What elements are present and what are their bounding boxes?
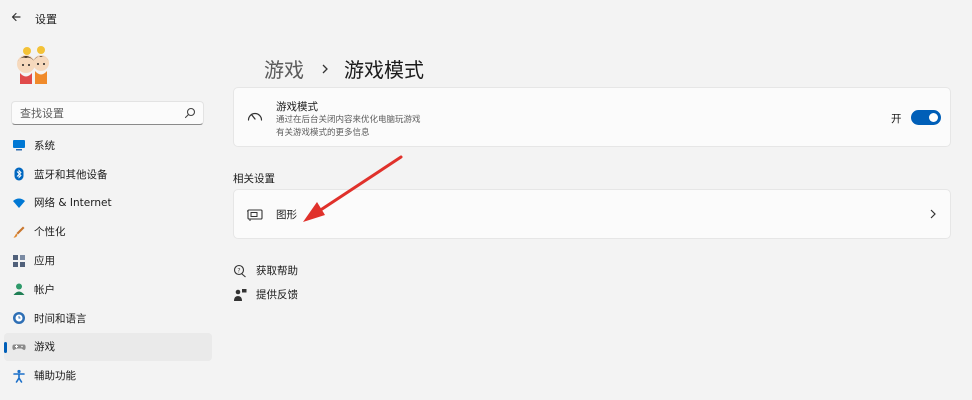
sidebar-item-label: 帐户 xyxy=(34,283,55,296)
sidebar-item-bluetooth[interactable]: 蓝牙和其他设备 xyxy=(4,160,212,189)
brush-icon xyxy=(13,226,25,238)
give-feedback-link[interactable]: 提供反馈 xyxy=(233,287,298,302)
app-title: 设置 xyxy=(35,13,57,26)
svg-text:?: ? xyxy=(237,267,240,274)
game-mode-more-info[interactable]: 有关游戏模式的更多信息 xyxy=(276,126,370,138)
help-chat-icon: ? xyxy=(233,264,246,277)
sidebar-item-network[interactable]: 网络 & Internet xyxy=(4,189,212,218)
graphics-label: 图形 xyxy=(276,209,297,221)
globe-clock-icon xyxy=(13,312,25,325)
chevron-right-icon xyxy=(322,64,328,73)
related-settings-heading: 相关设置 xyxy=(233,173,275,185)
sidebar-item-apps[interactable]: 应用 xyxy=(4,246,212,275)
sidebar-item-accounts[interactable]: 帐户 xyxy=(4,275,212,304)
game-mode-card: 游戏模式 通过在后台关闭内容来优化电脑玩游戏 有关游戏模式的更多信息 开 xyxy=(233,87,951,147)
wifi-icon xyxy=(13,198,25,208)
chevron-right-icon xyxy=(930,209,936,219)
avatar[interactable] xyxy=(12,42,56,86)
sidebar-item-accessibility[interactable]: 辅助功能 xyxy=(4,361,212,390)
title-bar: 设置 xyxy=(0,0,972,34)
accessibility-icon xyxy=(13,369,25,383)
feedback-icon xyxy=(234,288,247,301)
search-input[interactable] xyxy=(20,105,180,121)
search-icon[interactable] xyxy=(183,106,197,120)
account-icon xyxy=(13,283,25,296)
sidebar-item-label: 时间和语言 xyxy=(34,312,87,325)
sidebar-item-label: 应用 xyxy=(34,255,55,268)
breadcrumb: 游戏 游戏模式 xyxy=(264,54,424,83)
sidebar-item-system[interactable]: 系统 xyxy=(4,131,212,160)
sidebar-item-label: 网络 & Internet xyxy=(34,197,112,210)
game-mode-toggle[interactable] xyxy=(911,110,941,125)
game-mode-title: 游戏模式 xyxy=(276,101,318,113)
game-mode-description: 通过在后台关闭内容来优化电脑玩游戏 xyxy=(276,115,421,125)
apps-icon xyxy=(13,254,25,267)
give-feedback-label: 提供反馈 xyxy=(256,289,298,301)
sidebar-item-label: 系统 xyxy=(34,139,55,152)
sidebar-item-label: 蓝牙和其他设备 xyxy=(34,168,108,181)
sidebar-item-label: 个性化 xyxy=(34,226,66,239)
get-help-link[interactable]: ? 获取帮助 xyxy=(233,263,298,278)
bluetooth-icon xyxy=(14,167,24,181)
back-arrow-icon[interactable] xyxy=(8,8,26,26)
speedometer-icon xyxy=(247,112,263,121)
sidebar-item-label: 辅助功能 xyxy=(34,370,76,383)
sidebar-item-gaming[interactable]: 游戏 xyxy=(4,332,212,362)
sidebar-nav: 系统 蓝牙和其他设备 网络 & Internet 个性化 应用 帐户 时间和语言… xyxy=(4,131,212,390)
toggle-state-label: 开 xyxy=(891,113,902,125)
monitor-icon xyxy=(13,140,25,151)
search-box[interactable] xyxy=(11,101,204,125)
graphics-settings-row[interactable]: 图形 xyxy=(233,189,951,239)
gamepad-icon xyxy=(12,344,26,351)
breadcrumb-parent[interactable]: 游戏 xyxy=(264,54,304,83)
graphics-card-icon xyxy=(247,209,263,221)
sidebar-item-label: 游戏 xyxy=(34,341,55,354)
sidebar-item-personalization[interactable]: 个性化 xyxy=(4,217,212,246)
page-title: 游戏模式 xyxy=(344,58,424,82)
get-help-label: 获取帮助 xyxy=(256,265,298,277)
sidebar-item-time-language[interactable]: 时间和语言 xyxy=(4,304,212,333)
